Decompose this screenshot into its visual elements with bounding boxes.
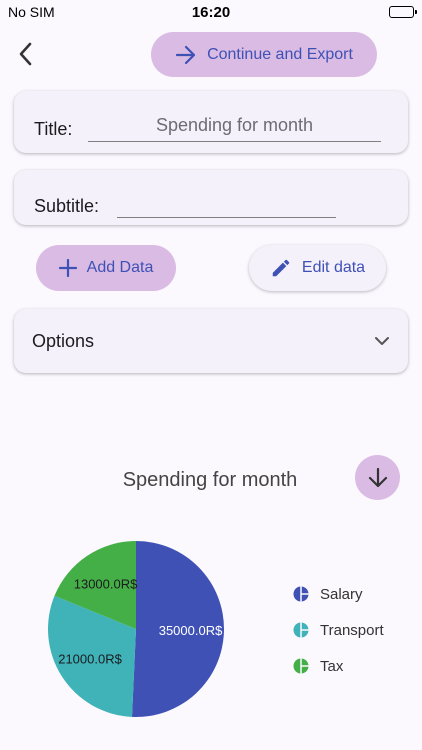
chart-title-text: Spending for month [122,469,298,491]
plus-icon [58,259,77,277]
pencil-icon [270,257,292,279]
chart-legend: Salary Transport Tax [292,576,384,684]
pie-data-label-salary: 35000.0R$ [159,623,223,638]
legend-item-transport: Transport [292,612,384,648]
arrow-down-icon [368,467,387,487]
title-input[interactable] [88,110,381,142]
edit-data-button[interactable]: Edit data [249,245,386,291]
battery-icon [334,6,417,18]
options-label: Options [32,330,95,351]
chevron-down-icon [375,337,389,345]
carrier-label: No SIM [8,4,55,20]
pie-slice-icon [292,621,310,639]
edit-data-label: Edit data [301,259,366,276]
title-label: Title: [34,119,73,139]
subtitle-label: Subtitle: [34,196,100,216]
pie-slice-icon [292,585,310,603]
pie-chart-svg: 35000.0R$ 21000.0R$ 13000.0R$ [47,541,224,717]
export-label: Continue and Export [207,45,353,63]
pie-data-label-tax: 13000.0R$ [74,577,138,592]
subtitle-input[interactable] [117,192,336,218]
pie-slice-icon [292,657,310,675]
add-data-label: Add Data [86,259,154,276]
legend-label: Salary [320,585,363,603]
title-card: Title: [14,91,408,153]
status-bar: No SIM 16:20 [0,0,422,24]
legend-label: Transport [320,621,384,639]
subtitle-card: Subtitle: [14,170,408,225]
legend-label: Tax [320,657,344,675]
continue-export-button[interactable]: Continue and Export [151,32,377,77]
pie-data-label-transport: 21000.0R$ [58,651,122,666]
chevron-left-icon [19,42,32,66]
arrow-right-icon [175,45,197,65]
back-button[interactable] [12,40,40,68]
legend-item-salary: Salary [292,576,384,612]
pie-chart: 35000.0R$ 21000.0R$ 13000.0R$ [45,538,227,720]
legend-item-tax: Tax [292,648,384,684]
add-data-button[interactable]: Add Data [36,245,176,291]
options-expander[interactable]: Options [14,309,408,373]
clock: 16:20 [191,3,231,21]
download-button[interactable] [355,455,400,500]
